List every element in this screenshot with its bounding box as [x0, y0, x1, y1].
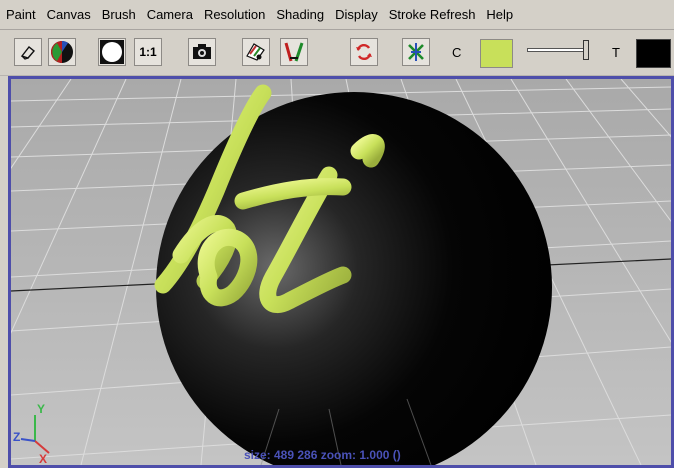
toolbar: 1:1 C T: [0, 31, 674, 76]
slider-track: [527, 48, 589, 52]
menu-paint[interactable]: Paint: [6, 5, 36, 24]
white-circle-button[interactable]: [98, 38, 126, 66]
wrap-button[interactable]: [402, 38, 430, 66]
menu-help[interactable]: Help: [486, 5, 513, 24]
color-swatch[interactable]: [480, 39, 513, 68]
brush-stroke-icon: [246, 43, 265, 61]
status-readout: size: 489 286 zoom: 1.000 (): [244, 448, 401, 462]
eraser-button[interactable]: [14, 38, 42, 66]
menu-canvas[interactable]: Canvas: [47, 5, 91, 24]
menu-brush[interactable]: Brush: [102, 5, 136, 24]
menu-bar: Paint Canvas Brush Camera Resolution Sha…: [0, 0, 674, 30]
ratio-label: 1:1: [139, 45, 157, 59]
ratio-button[interactable]: 1:1: [134, 38, 162, 66]
paint-effects-button[interactable]: [280, 38, 308, 66]
snapshot-button[interactable]: [188, 38, 216, 66]
axis-label-x: X: [39, 452, 47, 465]
menu-stroke-refresh[interactable]: Stroke Refresh: [389, 5, 476, 24]
menu-camera[interactable]: Camera: [147, 5, 193, 24]
eraser-icon: [20, 46, 36, 60]
menu-display[interactable]: Display: [335, 5, 378, 24]
transparency-label: T: [612, 45, 620, 60]
wrap-icon: [408, 43, 424, 61]
white-circle-icon: [100, 40, 124, 64]
camera-icon: [193, 44, 211, 59]
menu-resolution[interactable]: Resolution: [204, 5, 265, 24]
slider-handle[interactable]: [583, 40, 589, 60]
axis-label-y: Y: [37, 402, 45, 416]
paint-effects-icon: [284, 42, 304, 62]
refresh-button[interactable]: [350, 38, 378, 66]
transparency-swatch[interactable]: [636, 39, 671, 68]
paint-effects-window: Paint Canvas Brush Camera Resolution Sha…: [0, 0, 674, 468]
shaded-sphere-icon: [51, 41, 73, 63]
shaded-sphere-button[interactable]: [48, 38, 76, 66]
scene-render: Y Z X: [11, 79, 671, 465]
transparency-slider[interactable]: [527, 40, 596, 62]
refresh-icon: [356, 43, 372, 61]
axis-label-z: Z: [13, 430, 20, 444]
paint-canvas-viewport[interactable]: Y Z X size: 489 286 zoom: 1.000 (): [8, 76, 674, 468]
color-label: C: [452, 45, 462, 60]
get-brush-button[interactable]: [242, 38, 270, 66]
menu-shading[interactable]: Shading: [276, 5, 324, 24]
